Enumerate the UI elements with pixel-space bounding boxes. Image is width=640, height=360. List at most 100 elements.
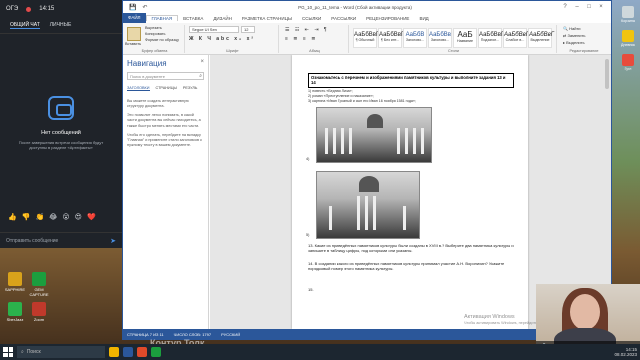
participant-face xyxy=(570,294,600,330)
align-buttons[interactable]: ≡ ≣ ≡ ≣ xyxy=(285,36,317,42)
nav-search-placeholder: Поиск в документе xyxy=(130,74,165,79)
tab-pages[interactable]: СТРАНИЦЫ xyxy=(156,86,177,91)
nav-close-icon[interactable]: × xyxy=(200,59,204,68)
reaction-clap[interactable]: 👏 xyxy=(35,213,44,221)
style-subtitle[interactable]: АаБбВвГ Подзагол... xyxy=(478,28,504,48)
tab-general-chat[interactable]: ОБЩИЙ ЧАТ xyxy=(10,22,40,29)
room-name: ОГЭ xyxy=(6,6,19,12)
reaction-wow[interactable]: 😮 xyxy=(62,213,69,221)
styles-label: Стили xyxy=(448,49,459,53)
pashkov-house-photo[interactable] xyxy=(316,171,420,239)
browser-icon[interactable] xyxy=(137,347,147,357)
desktop-icon-label: Гугл xyxy=(624,67,632,71)
language[interactable]: РУССКИЙ xyxy=(221,332,240,337)
style-heading1[interactable]: АаБбВ Заголово... xyxy=(403,28,427,48)
tab-private[interactable]: ЛИЧНЫЕ xyxy=(50,22,72,29)
copy-button[interactable]: Копировать xyxy=(145,32,165,36)
desktop-icon-sberjazz[interactable]: SberJazz xyxy=(4,302,26,322)
tab-file[interactable]: ФАЙЛ xyxy=(123,13,146,23)
reaction-thumbs-down[interactable]: 👎 xyxy=(22,213,31,221)
start-icon[interactable] xyxy=(3,347,13,357)
question-14: 14. В создании какого из приведённых пам… xyxy=(308,261,505,272)
close-icon[interactable]: × xyxy=(595,4,607,10)
desktop-icon-zoom[interactable]: Zoom xyxy=(28,302,50,322)
nav-help-text: Это позволит легко понимать, в какой час… xyxy=(127,113,201,128)
style-title[interactable]: АаБ Название xyxy=(453,28,477,48)
message-input[interactable]: Отправить сообщение ➤ xyxy=(0,232,122,248)
kazan-cathedral-photo[interactable] xyxy=(316,107,432,163)
style-name: Подзагол... xyxy=(480,38,500,42)
desktop-icon-google[interactable]: Гугл xyxy=(618,54,638,71)
help-icon[interactable]: ? xyxy=(559,4,571,10)
style-emphasis[interactable]: АаБбВвГ Выделение xyxy=(528,28,554,48)
tab-results[interactable]: РЕЗУЛЬ xyxy=(183,86,198,91)
nav-search-input[interactable]: Поиск в документе ⌕ xyxy=(127,72,204,80)
tab-view[interactable]: ВИД xyxy=(414,16,433,21)
select-button[interactable]: ▸ Выделить xyxy=(563,40,585,45)
save-icon[interactable]: 💾 xyxy=(127,4,139,11)
desktop-icon-sapphire[interactable]: SAPPHIRE xyxy=(4,272,26,292)
tab-references[interactable]: ССЫЛКИ xyxy=(297,16,326,21)
word-count[interactable]: ЧИСЛО СЛОВ: 1797 xyxy=(174,332,211,337)
style-heading2[interactable]: АаБбВв Заголово... xyxy=(428,28,452,48)
clipboard-group: Вставить Вырезать Копировать Формат по о… xyxy=(125,25,185,53)
reaction-heart[interactable]: ❤️ xyxy=(87,213,96,221)
font-format-buttons[interactable]: Ж К Ч abc x₂ x² xyxy=(189,36,255,42)
chat-topbar: ОГЭ 14:15 xyxy=(0,0,122,18)
font-group: Segoe UI Sen 12 Ж К Ч abc x₂ x² Шрифт xyxy=(187,25,279,53)
paste-button[interactable]: Вставить xyxy=(125,42,141,46)
maximize-icon[interactable]: □ xyxy=(583,4,595,10)
item-list: 1) повесть «Бедная Лиза»; 2) роман «Прес… xyxy=(308,89,514,104)
select-label: Выделить xyxy=(566,40,585,45)
tab-design[interactable]: ДИЗАЙН xyxy=(208,16,237,21)
tab-home[interactable]: ГЛАВНАЯ xyxy=(145,15,179,21)
desktop-icon-label: GEM CAPTURE xyxy=(29,287,49,297)
page-count[interactable]: СТРАНИЦА 7 ИЗ 11 xyxy=(127,332,164,337)
vertical-scrollbar[interactable] xyxy=(605,59,609,89)
title-bar: 💾 ↶ PG_10_po_11_tema - Word (Сбой актива… xyxy=(123,1,611,13)
search-icon[interactable]: ⌕ xyxy=(199,73,202,80)
style-name: Заголово... xyxy=(430,38,450,42)
desktop-icon-diary[interactable]: Дневник xyxy=(618,30,638,47)
nav-help-text: Вы можете создать интерактивную структур… xyxy=(127,99,189,109)
cut-button[interactable]: Вырезать xyxy=(145,26,162,30)
item-number-4: 4) xyxy=(306,157,310,161)
tab-review[interactable]: РЕЦЕНЗИРОВАНИЕ xyxy=(361,16,414,21)
styles-group: АаБбВвГ ¶ Обычный АаБбВвГ ¶ Без инт... АаБ… xyxy=(351,25,557,53)
tab-mailings[interactable]: РАССЫЛКИ xyxy=(326,16,361,21)
send-arrow-icon[interactable]: ➤ xyxy=(110,237,116,245)
desktop-icon-label: SberJazz xyxy=(6,317,24,322)
reaction-laugh[interactable]: 😂 xyxy=(49,213,57,221)
nav-tabs: ЗАГОЛОВКИ СТРАНИЦЫ РЕЗУЛЬ xyxy=(127,86,204,91)
desktop-icon-capture[interactable]: GEM CAPTURE xyxy=(28,272,50,297)
app-icon[interactable] xyxy=(151,347,161,357)
paste-icon[interactable] xyxy=(127,27,141,41)
format-painter-button[interactable]: Формат по образцу xyxy=(145,38,179,42)
editing-group: 🔍 Найти ⇄ Заменить ▸ Выделить Редактиров… xyxy=(559,25,609,53)
word-icon[interactable] xyxy=(123,347,133,357)
tab-headings[interactable]: ЗАГОЛОВКИ xyxy=(127,86,150,91)
style-normal[interactable]: АаБбВвГ ¶ Обычный xyxy=(353,28,379,48)
nav-title: Навигация xyxy=(127,59,167,68)
reaction-thumbs-up[interactable]: 👍 xyxy=(8,213,17,221)
reaction-love[interactable]: 😍 xyxy=(75,213,82,221)
taskbar: ⌕ Поиск 14:15 08.02.2023 xyxy=(0,344,640,360)
explorer-icon[interactable] xyxy=(109,347,119,357)
system-tray[interactable]: 14:15 08.02.2023 xyxy=(614,347,637,358)
style-subtle-emphasis[interactable]: АаБбВвГ Слабое в... xyxy=(503,28,529,48)
taskbar-search-label: Поиск xyxy=(26,349,41,355)
list-buttons[interactable]: ☰ ☷ ⇤ ⇥ ¶ xyxy=(285,27,329,33)
tab-layout[interactable]: РАЗМЕТКА СТРАНИЦЫ xyxy=(237,16,297,21)
desktop-icon-recycle-bin[interactable]: Корзина xyxy=(618,6,638,23)
undo-icon[interactable]: ↶ xyxy=(139,4,151,11)
taskbar-search[interactable]: ⌕ Поиск xyxy=(17,346,105,358)
minimize-icon[interactable]: – xyxy=(571,4,583,10)
find-button[interactable]: 🔍 Найти xyxy=(563,26,581,31)
style-no-spacing[interactable]: АаБбВвГ ¶ Без инт... xyxy=(378,28,404,48)
font-size-field[interactable]: 12 xyxy=(241,26,255,33)
font-name-field[interactable]: Segoe UI Sen xyxy=(189,26,239,33)
document-page[interactable]: Ознакомьтесь с перечнем и изображениями … xyxy=(292,55,528,329)
task-header: Ознакомьтесь с перечнем и изображениями … xyxy=(308,73,514,88)
tab-insert[interactable]: ВСТАВКА xyxy=(178,16,208,21)
replace-button[interactable]: ⇄ Заменить xyxy=(563,33,585,38)
